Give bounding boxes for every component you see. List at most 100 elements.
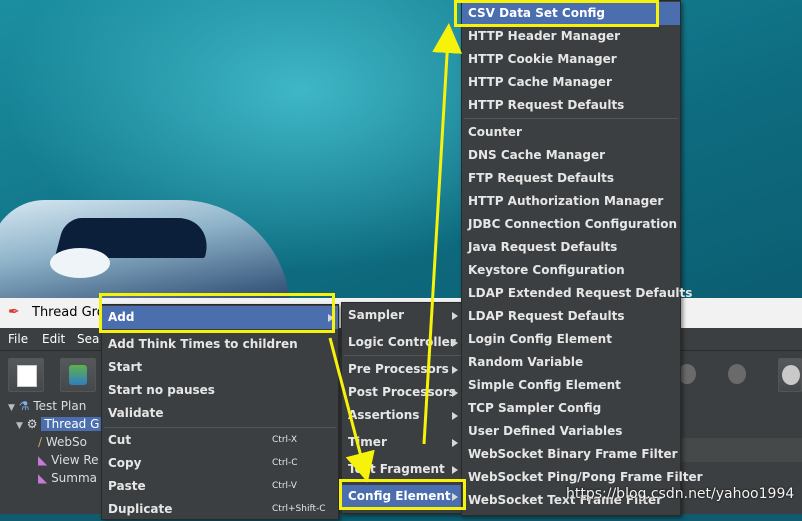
menu-item-post-processors[interactable]: Post Processors	[342, 381, 464, 404]
menu-item-label: Timer	[348, 435, 387, 449]
gear-icon	[782, 365, 800, 385]
tree-item-label: View Re	[51, 453, 99, 467]
tree-item-websocket[interactable]: ∕ WebSo	[38, 433, 87, 451]
menu-item-label: LDAP Request Defaults	[468, 309, 625, 323]
gear-icon: ⚙	[26, 417, 38, 431]
menu-item-label: Test Fragment	[348, 462, 445, 476]
test-plan-tree: ▼ ⚗ Test Plan ▼ ⚙ Thread G ∕ WebSo ◣ Vie…	[0, 394, 110, 514]
menu-item-tcp-sampler-config[interactable]: TCP Sampler Config	[462, 397, 680, 420]
menu-item-login-config-element[interactable]: Login Config Element	[462, 328, 680, 351]
menu-item-dns-cache-manager[interactable]: DNS Cache Manager	[462, 144, 680, 167]
settings-button[interactable]	[778, 358, 802, 392]
jmeter-feather-icon: ✒	[8, 304, 20, 320]
menu-item-label: Post Processors	[348, 385, 456, 399]
menu-item-label: WebSocket Binary Frame Filter	[468, 447, 678, 461]
menu-item-label: Random Variable	[468, 355, 584, 369]
menu-item-add[interactable]: Add	[102, 306, 338, 329]
menu-item-sampler[interactable]: Sampler	[342, 304, 464, 327]
menu-item-label: Keystore Configuration	[468, 263, 625, 277]
menu-item-http-request-defaults[interactable]: HTTP Request Defaults	[462, 94, 680, 117]
editor-panel	[680, 438, 802, 462]
menu-item-user-defined-variables[interactable]: User Defined Variables	[462, 420, 680, 443]
menu-item-start-no-pauses[interactable]: Start no pauses	[102, 379, 338, 402]
menu-item-label: Login Config Element	[468, 332, 612, 346]
submenu-arrow-icon	[452, 366, 458, 374]
menu-item-shortcut: Ctrl-C	[272, 458, 298, 468]
menu-item-duplicate[interactable]: Duplicate Ctrl+Shift-C	[102, 498, 338, 521]
add-submenu: Sampler Logic Controller Pre Processors …	[341, 302, 465, 514]
menu-item-simple-config-element[interactable]: Simple Config Element	[462, 374, 680, 397]
menu-item-ldap-request-defaults[interactable]: LDAP Request Defaults	[462, 305, 680, 328]
new-plan-button[interactable]	[8, 358, 44, 392]
menu-item-csv-data-set-config[interactable]: CSV Data Set Config	[462, 2, 680, 25]
menu-item-paste[interactable]: Paste Ctrl-V	[102, 475, 338, 498]
menu-search[interactable]: Sea	[77, 332, 99, 346]
menu-item-random-variable[interactable]: Random Variable	[462, 351, 680, 374]
menu-item-ldap-extended-request-defaults[interactable]: LDAP Extended Request Defaults	[462, 282, 692, 305]
expand-arrow-icon: ▼	[16, 421, 23, 431]
menu-item-jdbc-connection-configuration[interactable]: JDBC Connection Configuration	[462, 213, 680, 236]
templates-icon	[69, 365, 87, 385]
menu-item-http-cookie-manager[interactable]: HTTP Cookie Manager	[462, 48, 680, 71]
menu-item-label: User Defined Variables	[468, 424, 623, 438]
menu-item-http-cache-manager[interactable]: HTTP Cache Manager	[462, 71, 680, 94]
menu-item-label: DNS Cache Manager	[468, 148, 606, 162]
tree-item-test-plan[interactable]: ▼ ⚗ Test Plan	[8, 397, 86, 415]
menu-item-http-authorization-manager[interactable]: HTTP Authorization Manager	[462, 190, 680, 213]
menu-item-keystore-configuration[interactable]: Keystore Configuration	[462, 259, 680, 282]
tree-item-view-results[interactable]: ◣ View Re	[38, 451, 99, 469]
menu-item-label: Start	[108, 360, 143, 374]
menu-item-assertions[interactable]: Assertions	[342, 404, 464, 427]
tree-item-label: Test Plan	[33, 399, 87, 413]
menu-item-shortcut: Ctrl-V	[272, 481, 297, 491]
tree-item-thread-group[interactable]: ▼ ⚙ Thread G	[16, 415, 103, 433]
chart-icon: ◣	[38, 453, 48, 467]
expand-arrow-icon: ▼	[8, 403, 15, 413]
context-menu: Add Add Think Times to children Start St…	[101, 304, 339, 520]
menu-item-label: Start no pauses	[108, 383, 215, 397]
menu-item-label: CSV Data Set Config	[468, 6, 605, 20]
menu-item-pre-processors[interactable]: Pre Processors	[342, 358, 464, 381]
submenu-arrow-icon	[452, 493, 458, 501]
menu-item-label: HTTP Cache Manager	[468, 75, 612, 89]
tree-item-label: Thread G	[41, 417, 103, 431]
menu-item-copy[interactable]: Copy Ctrl-C	[102, 452, 338, 475]
tree-item-label: WebSo	[45, 435, 87, 449]
menu-item-config-element[interactable]: Config Element	[342, 485, 464, 508]
menu-file[interactable]: File	[8, 332, 28, 346]
submenu-arrow-icon	[328, 314, 334, 322]
menu-item-label: Pre Processors	[348, 362, 449, 376]
tree-item-summary[interactable]: ◣ Summa	[38, 469, 97, 487]
menu-item-shortcut: Ctrl+Shift-C	[272, 504, 326, 514]
menu-item-http-header-manager[interactable]: HTTP Header Manager	[462, 25, 680, 48]
menu-item-label: JDBC Connection Configuration	[468, 217, 678, 231]
menu-item-label: FTP Request Defaults	[468, 171, 615, 185]
menu-item-validate[interactable]: Validate	[102, 402, 338, 425]
menu-item-label: Simple Config Element	[468, 378, 621, 392]
menu-item-label: Java Request Defaults	[468, 240, 618, 254]
submenu-arrow-icon	[452, 389, 458, 397]
templates-button[interactable]	[60, 358, 96, 392]
menu-item-websocket-binary-frame-filter[interactable]: WebSocket Binary Frame Filter	[462, 443, 680, 466]
menu-item-java-request-defaults[interactable]: Java Request Defaults	[462, 236, 680, 259]
menu-item-logic-controller[interactable]: Logic Controller	[342, 331, 464, 354]
menu-item-timer[interactable]: Timer	[342, 431, 464, 454]
menu-item-label: Validate	[108, 406, 164, 420]
menu-item-ftp-request-defaults[interactable]: FTP Request Defaults	[462, 167, 680, 190]
menu-item-cut[interactable]: Cut Ctrl-X	[102, 429, 338, 452]
menu-item-label: Add	[108, 310, 135, 324]
menu-item-label: Sampler	[348, 308, 405, 322]
shutdown-button[interactable]	[720, 358, 754, 390]
menu-item-counter[interactable]: Counter	[462, 121, 680, 144]
submenu-arrow-icon	[452, 312, 458, 320]
menu-item-start[interactable]: Start	[102, 356, 338, 379]
window-title: Thread Gro	[32, 305, 105, 320]
submenu-arrow-icon	[452, 412, 458, 420]
menu-item-test-fragment[interactable]: Test Fragment	[342, 458, 464, 481]
menu-item-add-think-times[interactable]: Add Think Times to children	[102, 333, 338, 356]
menu-item-label: HTTP Header Manager	[468, 29, 621, 43]
menu-separator	[464, 118, 678, 119]
watermark-text: https://blog.csdn.net/yahoo1994	[566, 486, 795, 502]
menu-item-label: HTTP Cookie Manager	[468, 52, 617, 66]
menu-edit[interactable]: Edit	[42, 332, 65, 346]
